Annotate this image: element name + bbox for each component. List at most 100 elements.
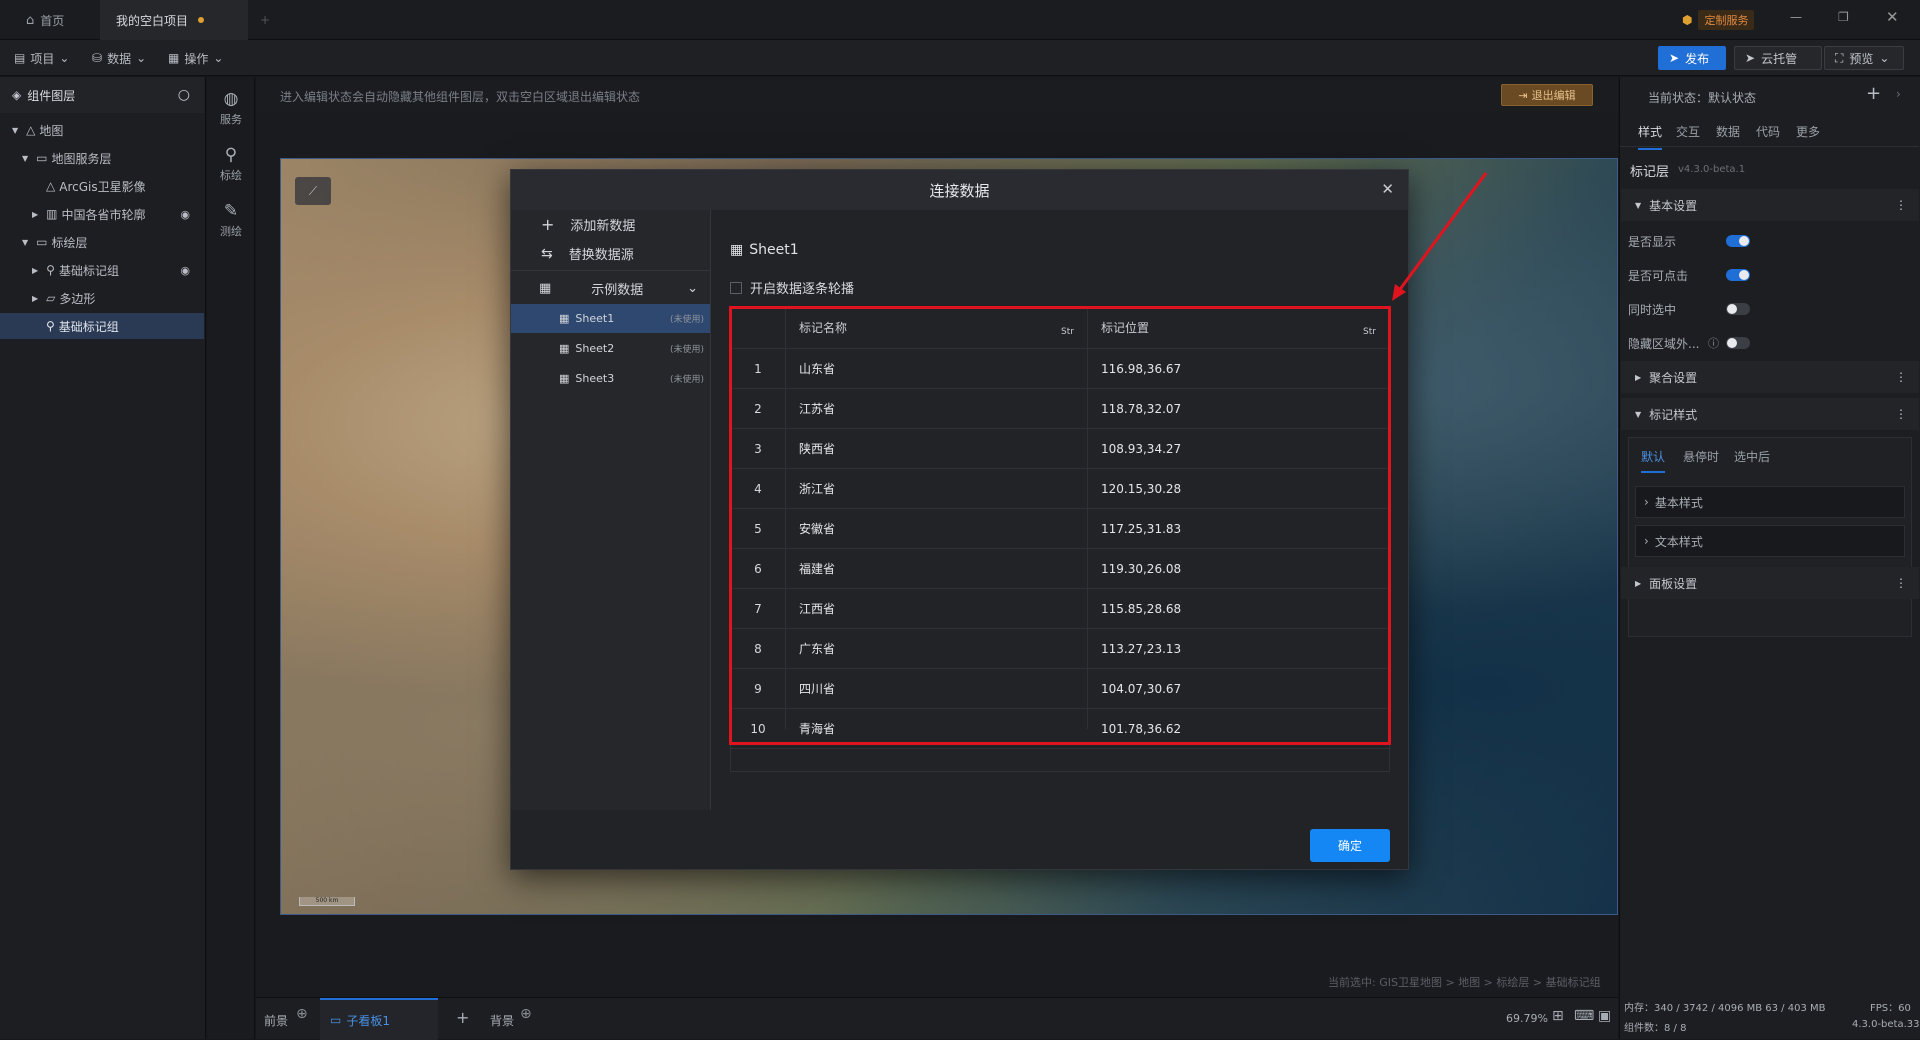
sheet-item-3[interactable]: ▦ Sheet3 (未使用) — [511, 364, 710, 393]
cloud-button[interactable]: ➤ 云托管 — [1734, 46, 1822, 70]
hidden-eye-icon[interactable]: ◉ — [180, 208, 190, 221]
toggle-clickable[interactable] — [1726, 269, 1750, 281]
marker-style-box: 默认 悬停时 选中后 › 基本样式 › 文本样式 — [1628, 437, 1912, 637]
tab-more[interactable]: 更多 — [1796, 123, 1820, 140]
tree-item-polygon[interactable]: ▶ ▱ 多边形 — [0, 285, 204, 311]
keyboard-icon[interactable]: ⌨ — [1574, 1008, 1594, 1024]
edit-hint-text: 进入编辑状态会自动隐藏其他组件图层，双击空白区域退出编辑状态 — [280, 90, 641, 104]
tab-interaction[interactable]: 交互 — [1676, 123, 1700, 140]
measure-tool[interactable]: ✎ 测绘 — [207, 201, 255, 239]
tree-item-marker-group-2[interactable]: ⚲ 基础标记组 — [0, 313, 204, 339]
dialog-close-icon[interactable]: ✕ — [1381, 180, 1394, 198]
tree-item-label: 地图服务层 — [51, 151, 112, 166]
add-state-icon[interactable]: + — [1866, 83, 1881, 104]
table-icon: ▦ — [559, 372, 570, 385]
tab-home[interactable]: ⌂ 首页 — [10, 0, 80, 40]
mark-tool[interactable]: ⚲ 标绘 — [207, 145, 255, 183]
carousel-checkbox[interactable] — [730, 281, 742, 294]
text-style-row[interactable]: › 文本样式 — [1635, 525, 1905, 557]
tree-item-arcgis[interactable]: △ ArcGis卫星影像 — [0, 173, 204, 199]
search-icon[interactable]: ○ — [178, 87, 190, 103]
style-tab-selected[interactable]: 选中后 — [1734, 448, 1770, 465]
menu-data[interactable]: ⛁ 数据 ⌄ — [92, 40, 146, 76]
replace-source-button[interactable]: ⇆ 替换数据源 — [511, 239, 710, 268]
more-icon[interactable]: ⋮ — [1895, 370, 1907, 384]
tree-item-marker-group-1[interactable]: ▶ ⚲ 基础标记组 ◉ — [0, 257, 204, 283]
chevron-down-icon: ⌄ — [59, 51, 70, 65]
polygon-icon: ▱ — [46, 291, 56, 305]
section-panel-settings[interactable]: ▶ 面板设置 ⋮ — [1621, 567, 1919, 599]
style-tab-hover[interactable]: 悬停时 — [1683, 448, 1719, 465]
confirm-button[interactable]: 确定 — [1310, 829, 1390, 862]
preview-button[interactable]: ⛶ 预览 ⌄ — [1824, 46, 1904, 70]
annotation-highlight-box — [729, 306, 1391, 745]
caret-down-icon: ▼ — [12, 125, 19, 135]
unsaved-dot — [198, 17, 205, 23]
add-panel-icon[interactable]: + — [456, 1008, 469, 1027]
tree-item-plot-layer[interactable]: ▼ ▭ 标绘层 — [0, 229, 204, 255]
close-icon[interactable]: ✕ — [1886, 8, 1899, 26]
tree-item-map[interactable]: ▼ △ 地图 — [0, 117, 204, 143]
tab-project[interactable]: 我的空白项目 — [100, 0, 248, 40]
minimize-icon[interactable]: — — [1790, 10, 1802, 24]
publish-label: 发布 — [1685, 51, 1710, 66]
tree-item-china-outline[interactable]: ▶ ▥ 中国各省市轮廓 ◉ — [0, 201, 204, 227]
help-icon[interactable]: ⓘ — [1708, 335, 1719, 351]
section-title: 面板设置 — [1649, 576, 1698, 591]
tab-data[interactable]: 数据 — [1716, 123, 1740, 140]
more-icon[interactable]: ⋮ — [1895, 407, 1907, 421]
tree-item-map-service[interactable]: ▼ ▭ 地图服务层 — [0, 145, 204, 171]
dialog-title: 连接数据 — [929, 181, 990, 200]
add-foreground-icon[interactable]: ⊕ — [296, 1006, 308, 1022]
sheet-name: Sheet1 — [575, 312, 615, 325]
toggle-visible[interactable] — [1726, 235, 1750, 247]
chevron-down-icon: ⌄ — [1879, 51, 1890, 65]
style-tab-default[interactable]: 默认 — [1641, 448, 1666, 473]
service-badge[interactable]: ⬢ 定制服务 — [1682, 10, 1755, 30]
brush-tool-button[interactable]: ⟋ — [295, 177, 331, 205]
basic-style-row[interactable]: › 基本样式 — [1635, 486, 1905, 518]
terminal-icon[interactable]: ▣ — [1598, 1008, 1611, 1024]
fit-screen-icon[interactable]: ⊞ — [1552, 1008, 1564, 1024]
menu-operation[interactable]: ▦ 操作 ⌄ — [168, 40, 223, 76]
caret-down-icon: ▼ — [1635, 200, 1642, 210]
more-icon[interactable]: ⋮ — [1895, 576, 1907, 590]
publish-button[interactable]: ➤ 发布 — [1658, 46, 1726, 70]
add-new-data-button[interactable]: + 添加新数据 — [511, 210, 710, 239]
background-label[interactable]: 背景 — [490, 1012, 514, 1029]
table-icon: ▦ — [539, 281, 552, 296]
add-background-icon[interactable]: ⊕ — [520, 1006, 532, 1022]
exit-edit-button[interactable]: ⇥ 退出编辑 — [1501, 84, 1593, 106]
section-basic-settings[interactable]: ▼ 基本设置 ⋮ — [1621, 189, 1919, 221]
database-icon: ⛁ — [92, 51, 103, 65]
new-tab-button[interactable]: + — [244, 0, 286, 40]
measure-tool-label: 测绘 — [220, 225, 242, 238]
section-cluster-settings[interactable]: ▶ 聚合设置 ⋮ — [1621, 361, 1919, 393]
tree-item-label: 基础标记组 — [58, 319, 119, 334]
menu-project[interactable]: ▤ 项目 ⌄ — [14, 40, 69, 76]
hidden-eye-icon[interactable]: ◉ — [180, 264, 190, 277]
toggle-hide-outside[interactable] — [1726, 337, 1750, 349]
tab-sub-panel[interactable]: ▭ 子看板1 — [320, 998, 438, 1040]
caret-right-icon: ▶ — [1635, 578, 1642, 588]
caret-right-icon: ▶ — [32, 293, 39, 303]
table-icon: ▦ — [559, 312, 570, 325]
service-tool-label: 服务 — [220, 113, 242, 126]
sheet-tag: (未使用) — [669, 315, 704, 325]
service-tool[interactable]: ◍ 服务 — [207, 89, 255, 127]
section-marker-style[interactable]: ▼ 标记样式 ⋮ — [1621, 398, 1919, 430]
toggle-multi-select[interactable] — [1726, 303, 1750, 315]
restore-icon[interactable]: ❐ — [1838, 10, 1849, 24]
more-icon[interactable]: ⋮ — [1895, 198, 1907, 212]
caret-right-icon: ▶ — [1635, 372, 1642, 382]
sample-data-group[interactable]: ▦ 示例数据 ⌄ — [511, 274, 710, 303]
foreground-label[interactable]: 前景 — [264, 1012, 288, 1029]
sheet-item-2[interactable]: ▦ Sheet2 (未使用) — [511, 334, 710, 363]
tab-style[interactable]: 样式 — [1638, 123, 1663, 150]
chevron-right-icon[interactable]: › — [1896, 87, 1901, 101]
tab-code[interactable]: 代码 — [1756, 123, 1780, 140]
carousel-option[interactable]: 开启数据逐条轮播 — [730, 278, 854, 297]
toggle-label-hide-outside: 隐藏区域外... — [1628, 337, 1700, 351]
grid-icon: ▦ — [168, 51, 180, 65]
sheet-item-1[interactable]: ▦ Sheet1 (未使用) — [511, 304, 710, 333]
